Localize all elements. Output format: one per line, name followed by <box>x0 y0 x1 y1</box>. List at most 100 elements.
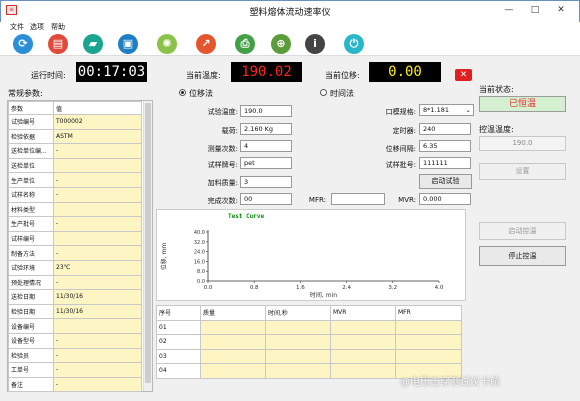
ctrl-temp-label: 控温温度: <box>479 125 514 134</box>
results-cell <box>200 334 266 350</box>
param-value[interactable]: - <box>53 143 142 159</box>
param-value[interactable]: 23℃ <box>53 259 142 276</box>
scrollbar-thumb[interactable] <box>145 103 151 383</box>
params-header-param: 参数 <box>8 101 54 115</box>
param-row[interactable]: 试验环境 23℃ <box>8 259 142 276</box>
mfr-input[interactable] <box>331 193 385 205</box>
param-row[interactable]: 设备型号 - <box>8 332 142 349</box>
open-folder-icon[interactable]: ▰ <box>83 34 103 54</box>
param-value[interactable]: - <box>53 216 142 232</box>
power-icon[interactable]: ⏻ <box>344 34 364 54</box>
param-row[interactable]: 送检单位编... - <box>8 143 142 159</box>
batch-input[interactable]: 111111 <box>419 157 471 169</box>
param-key: 备注 <box>8 376 54 393</box>
export-icon[interactable]: ↗ <box>196 34 216 54</box>
mvr-input[interactable]: 0.000 <box>419 193 471 205</box>
param-value[interactable]: - <box>53 347 142 364</box>
param-row[interactable]: 设备编号 <box>8 318 142 334</box>
param-key: 生产批号 <box>8 216 54 232</box>
param-row[interactable]: 送检单位 <box>8 157 142 174</box>
results-header-cell: 序号 <box>156 305 201 321</box>
param-value[interactable] <box>53 157 142 174</box>
y-tick-label: 40.0 <box>194 230 205 236</box>
test-temp-label: 试验温度: <box>207 108 238 116</box>
param-value[interactable]: - <box>53 332 142 349</box>
results-header-cell: MVR <box>330 305 396 321</box>
info-icon[interactable]: i <box>305 34 325 54</box>
results-row[interactable]: 02 <box>156 334 462 350</box>
menu-options[interactable]: 选项 <box>30 22 44 33</box>
close-button[interactable]: ✕ <box>550 3 572 17</box>
param-row[interactable]: 送检日期 11/30/16 <box>8 289 142 305</box>
settings-icon[interactable]: ✺ <box>157 34 177 54</box>
param-value[interactable]: - <box>53 274 142 291</box>
time-method-radio[interactable] <box>320 89 327 96</box>
refresh-icon[interactable]: ⟳ <box>13 34 33 54</box>
die-size-select[interactable]: 8*1.181 ⌄ <box>419 104 474 116</box>
results-cell <box>330 348 396 364</box>
param-row[interactable]: 工单号 - <box>8 362 142 378</box>
time-method-label: 时间法 <box>330 89 354 98</box>
displacement-method-radio[interactable] <box>179 89 186 96</box>
interval-input[interactable]: 6.35 <box>419 140 471 152</box>
grade-label: 试样牌号: <box>207 161 238 169</box>
printer-icon[interactable]: ⎙ <box>235 34 255 54</box>
param-value[interactable] <box>53 318 142 334</box>
grade-input[interactable]: pet <box>240 157 292 169</box>
param-row[interactable]: 试验编号 T000002 <box>8 114 142 130</box>
param-row[interactable]: 备注 - <box>8 376 142 393</box>
param-row[interactable]: 检验员 - <box>8 347 142 364</box>
param-value[interactable]: - <box>53 186 142 203</box>
param-row[interactable]: 检验日期 11/30/16 <box>8 303 142 320</box>
param-value[interactable] <box>53 230 142 247</box>
stop-temp-control-button[interactable]: 停止控温 <box>479 246 566 266</box>
param-key: 检验员 <box>8 347 54 364</box>
zoom-icon[interactable]: ⊕ <box>271 34 291 54</box>
param-row[interactable]: 预处理情况 - <box>8 274 142 291</box>
alarm-icon[interactable]: ✕ <box>455 69 472 81</box>
save-icon[interactable]: ▣ <box>118 34 138 54</box>
params-scrollbar[interactable] <box>143 101 152 391</box>
done-count-input[interactable]: 00 <box>240 193 292 205</box>
results-cell <box>330 363 396 379</box>
set-button[interactable]: 设置 <box>479 163 566 180</box>
param-key: 材料类型 <box>8 201 54 218</box>
start-test-button[interactable]: 启动试验 <box>419 174 472 189</box>
param-row[interactable]: 试样名称 - <box>8 186 142 203</box>
menu-file[interactable]: 文件 <box>10 22 24 33</box>
param-value[interactable]: ASTM <box>53 128 142 145</box>
param-value[interactable]: 11/30/16 <box>53 289 142 305</box>
minimize-button[interactable]: — <box>498 3 520 17</box>
test-temp-input[interactable]: 190.0 <box>240 105 292 117</box>
param-value[interactable]: - <box>53 362 142 378</box>
param-value[interactable]: T000002 <box>53 114 142 130</box>
param-row[interactable]: 生产单位 - <box>8 172 142 188</box>
maximize-button[interactable]: □ <box>524 3 546 17</box>
param-value[interactable]: - <box>53 245 142 261</box>
results-row[interactable]: 01 <box>156 319 462 335</box>
load-input[interactable]: 2.160 Kg <box>240 123 292 135</box>
results-header-cell: 时间,秒 <box>265 305 331 321</box>
x-tick-label: 0.8 <box>250 285 259 291</box>
param-value[interactable]: - <box>53 376 142 393</box>
param-row[interactable]: 生产批号 - <box>8 216 142 232</box>
params-table: 参数 值 试验编号 T000002 检验依据 ASTM 送检单位编... - 送检单位 生产单… <box>8 101 142 393</box>
param-value[interactable] <box>53 201 142 218</box>
param-value[interactable]: - <box>53 172 142 188</box>
charge-mass-input[interactable]: 3 <box>240 176 292 188</box>
param-row[interactable]: 制备方法 - <box>8 245 142 261</box>
document-icon[interactable]: ▤ <box>48 34 68 54</box>
param-row[interactable]: 检验依据 ASTM <box>8 128 142 145</box>
param-row[interactable]: 材料类型 <box>8 201 142 218</box>
results-cell <box>330 319 396 335</box>
menu-help[interactable]: 帮助 <box>51 22 65 33</box>
param-value[interactable]: 11/30/16 <box>53 303 142 320</box>
run-time-label: 运行时间: <box>31 71 66 80</box>
results-cell <box>200 319 266 335</box>
start-temp-control-button[interactable]: 启动控温 <box>479 222 566 240</box>
timer-input[interactable]: 240 <box>419 123 471 135</box>
results-row[interactable]: 03 <box>156 348 462 364</box>
param-row[interactable]: 试样编号 <box>8 230 142 247</box>
param-key: 试验编号 <box>8 114 54 130</box>
measure-count-input[interactable]: 4 <box>240 140 292 152</box>
